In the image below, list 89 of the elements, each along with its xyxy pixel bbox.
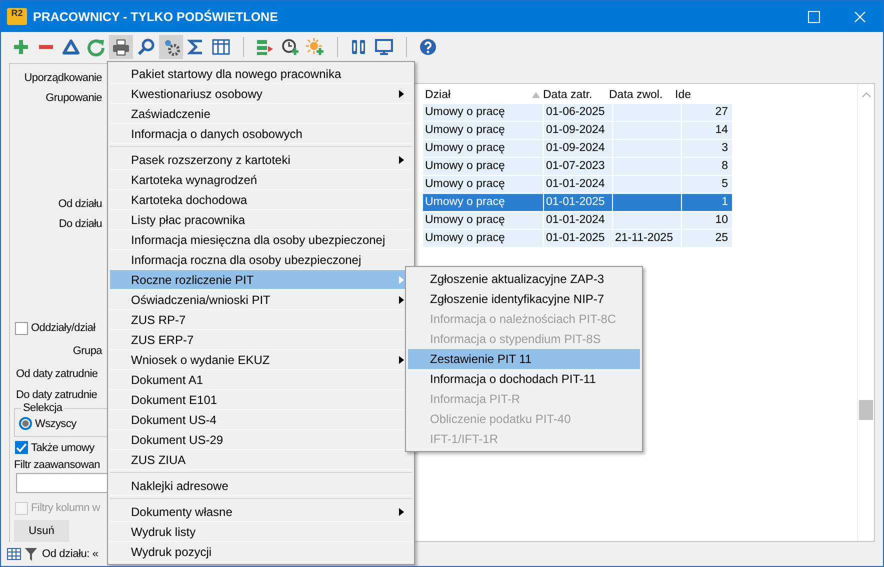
table-cell: 14 — [682, 122, 733, 140]
radio-button[interactable] — [19, 417, 32, 430]
table-cell: Umowy o pracę — [423, 140, 544, 158]
form-label: Do działu — [58, 217, 102, 232]
status-text: Od działu: « — [42, 548, 98, 560]
monitor-icon — [374, 36, 394, 56]
form-label: Uporządkowanie — [23, 71, 102, 86]
menu-item[interactable]: Pasek rozszerzony z kartoteki — [110, 150, 412, 170]
table-cell: 01-09-2024 — [544, 122, 613, 140]
menu-item[interactable]: Wydruk pozycji — [110, 542, 412, 562]
table-icon — [7, 548, 21, 560]
columns-icon — [211, 36, 231, 56]
close-icon — [854, 10, 866, 22]
menu-item[interactable]: Informacja miesięczna dla osoby ubezpieczonej — [110, 230, 412, 250]
scrollbar-thumb[interactable] — [859, 400, 873, 420]
table-cell: 27 — [682, 104, 733, 122]
checkbox-label: Oddziały/dział — [31, 322, 96, 334]
menu-item[interactable]: Listy płac pracownika — [110, 210, 412, 230]
table-row[interactable]: Umowy o pracę 01-06-2025 27 — [423, 104, 857, 122]
filter-icon — [25, 548, 37, 560]
table-cell: 8 — [682, 158, 733, 176]
table-cell: Umowy o pracę — [423, 122, 544, 140]
group-title: Selekcja — [21, 402, 64, 414]
sun-plus-icon — [305, 36, 325, 56]
scroll-up-icon — [862, 92, 870, 98]
menu-item[interactable]: Kartoteka dochodowa — [110, 190, 412, 210]
table-row[interactable]: Umowy o pracę 01-01-2025 21-11-2025 25 — [423, 230, 857, 248]
form-label: Grupa — [72, 344, 102, 359]
form-label: Od działu — [57, 197, 102, 212]
table-cell: 3 — [682, 140, 733, 158]
table-row[interactable]: Umowy o pracę 01-09-2024 14 — [423, 122, 857, 140]
menu-item[interactable]: Informacja o danych osobowych — [110, 124, 412, 144]
form-label: Od daty zatrudnie — [16, 366, 98, 382]
table-cell: Umowy o pracę — [423, 230, 544, 248]
help-icon — [418, 36, 438, 56]
table-cell: Umowy o pracę — [423, 176, 544, 194]
checkbox[interactable] — [15, 322, 28, 335]
table-cell: 10 — [682, 212, 733, 230]
search-icon — [136, 36, 156, 56]
table-cell: Umowy o pracę — [423, 194, 544, 212]
menu-item[interactable]: Wydruk listy — [110, 522, 412, 542]
menu-item[interactable]: Dokumenty własne — [110, 502, 412, 522]
table-cell: Umowy o pracę — [423, 158, 544, 176]
triangle-icon — [61, 36, 81, 56]
form-label: Do daty zatrudnie — [16, 388, 98, 403]
table-cell: 01-06-2025 — [544, 104, 613, 122]
printer-icon — [111, 36, 131, 56]
table-cell: 01-01-2025 — [544, 230, 613, 248]
table-row[interactable]: Umowy o pracę 01-01-2025 1 — [423, 194, 857, 212]
table-cell: 01-01-2024 — [544, 176, 613, 194]
printer-button[interactable] — [109, 34, 133, 58]
radio-label: Wszyscy — [35, 418, 76, 430]
remove-button[interactable]: Usuń — [14, 520, 69, 542]
table-cell: 01-01-2025 — [544, 194, 613, 212]
menu-item[interactable]: Zestawienie PIT 11 — [408, 349, 640, 369]
clock-plus-icon — [280, 36, 300, 56]
menu-item[interactable]: Naklejki adresowe — [110, 476, 412, 496]
scrollbar[interactable] — [857, 84, 874, 541]
checkmark-icon — [16, 442, 27, 454]
table-cell: 21-11-2025 — [613, 230, 682, 248]
sort-arrow-icon — [532, 92, 540, 98]
field-label: Filtr zaawansowan — [14, 458, 100, 474]
table-row[interactable]: Umowy o pracę 01-01-2024 10 — [423, 212, 857, 230]
refresh-icon — [86, 36, 106, 56]
table-cell: 01-01-2024 — [544, 212, 613, 230]
menu-item[interactable]: ZUS ZIUA — [110, 450, 412, 470]
menu-item[interactable]: Kartoteka wynagrodzeń — [110, 170, 412, 190]
table-row[interactable]: Umowy o pracę 01-07-2023 8 — [423, 158, 857, 176]
app-logo: R2 — [7, 8, 27, 25]
form-label: Grupowanie — [44, 91, 102, 106]
minus-icon — [36, 42, 56, 50]
table-row[interactable]: Umowy o pracę 01-09-2024 3 — [423, 140, 857, 158]
table-cell: 5 — [682, 176, 733, 194]
gears-button[interactable] — [159, 34, 183, 58]
checkbox[interactable] — [15, 441, 28, 454]
menu-item[interactable]: Zaświadczenie — [110, 104, 412, 124]
menu-item[interactable]: Pakiet startowy dla nowego pracownika — [110, 64, 412, 84]
checkbox-label: Także umowy — [31, 442, 94, 454]
table-cell: 1 — [682, 194, 733, 212]
window-title: PRACOWNICY - TYLKO PODŚWIETLONE — [33, 10, 278, 24]
table-cell: 25 — [682, 230, 733, 248]
checkbox-label: Filtry kolumn w — [31, 502, 100, 514]
table-cell: 01-09-2024 — [544, 140, 613, 158]
maximize-icon — [808, 10, 820, 22]
table-cell: 01-07-2023 — [544, 158, 613, 176]
table-row[interactable]: Umowy o pracę 01-01-2024 5 — [423, 176, 857, 194]
table-cell: Umowy o pracę — [423, 104, 544, 122]
menu-item[interactable]: Kwestionariusz osobowy — [110, 84, 412, 104]
table-cell: Umowy o pracę — [423, 212, 544, 230]
